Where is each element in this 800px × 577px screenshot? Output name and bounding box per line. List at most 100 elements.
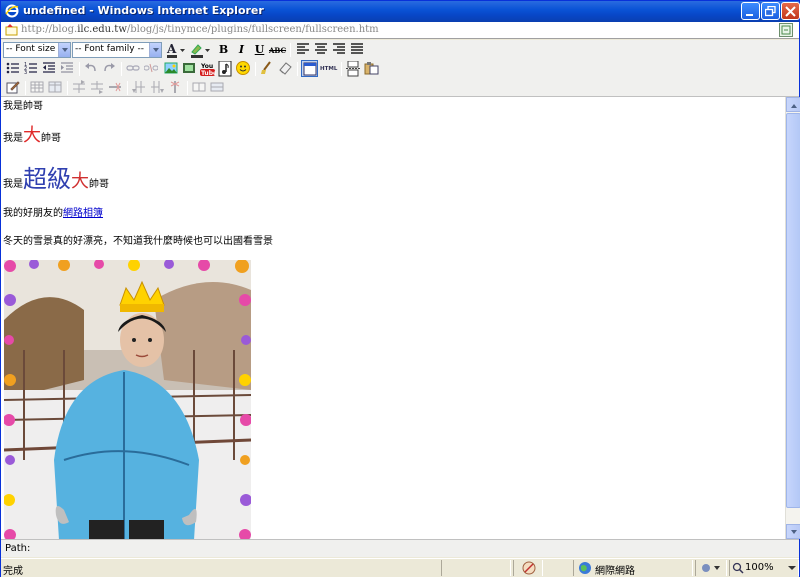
italic-button[interactable]: I [233,43,250,56]
scroll-down-button[interactable] [786,524,800,539]
table-button[interactable] [29,79,46,96]
align-center-icon [315,43,327,54]
unlink-icon [144,63,158,73]
svg-text:HTML: HTML [320,66,338,72]
editor-toolbars: -- Font size -- -- Font family -- A B I … [1,40,799,97]
col-after-icon [151,81,164,93]
zone-label: 網際網路 [595,566,635,577]
page-break-button[interactable] [345,60,362,77]
emoticon-button[interactable] [235,60,252,77]
globe-icon [579,562,591,574]
delete-row-icon [109,82,121,92]
media-button[interactable] [181,60,198,77]
line2-part-b: 大 [23,125,41,146]
line3-part-b: 超級 [23,165,71,193]
path-label: Path: [5,543,31,554]
svg-text:Tube: Tube [201,70,216,77]
indent-button[interactable] [59,60,76,77]
toolbar-separator [290,43,291,57]
scroll-thumb[interactable] [786,113,800,508]
minimize-button[interactable] [741,2,760,20]
outdent-button[interactable] [41,60,58,77]
line-handsome: 我是帥哥 [3,101,43,112]
paste-icon [364,62,379,75]
underline-button[interactable]: U [251,43,268,56]
window-title: undefined - Windows Internet Explorer [23,4,264,17]
line3-part-c: 大 [71,171,89,192]
toolbar-separator [297,62,298,76]
toolbar-separator [79,62,80,76]
protected-mode-panel[interactable] [695,560,727,576]
ie-logo-icon [5,4,19,18]
font-size-select[interactable]: -- Font size -- [3,42,71,58]
line2-part-c: 帥哥 [41,133,61,144]
row-after-button[interactable] [89,79,106,96]
image-icon [164,62,178,74]
editor-content-area[interactable]: 我是帥哥 我是大帥哥 我是超級大帥哥 我的好朋友的網路相簿 冬天的雪景真的好漂亮… [1,97,785,539]
row-before-button[interactable] [71,79,88,96]
align-justify-button[interactable] [349,41,366,58]
font-family-select[interactable]: -- Font family -- [72,42,162,58]
undo-button[interactable] [83,60,100,77]
youtube-button[interactable]: You Tube [199,60,216,77]
url-prefix: http://blog. [21,24,78,35]
delete-col-icon [170,81,180,93]
bullet-list-button[interactable] [5,60,22,77]
chevron-down-icon [149,43,161,57]
align-center-button[interactable] [313,41,330,58]
line3-part-d: 帥哥 [89,179,109,190]
paste-button[interactable] [363,60,380,77]
delete-col-button[interactable] [167,79,184,96]
fullscreen-button[interactable] [301,60,318,77]
youtube-icon: YouTube [200,63,216,77]
redo-button[interactable] [101,60,118,77]
font-color-button[interactable]: A [165,41,187,58]
status-panel [513,560,543,576]
toolbar-separator [187,81,188,95]
chevron-down-icon [58,43,70,57]
merge-cells-button[interactable] [209,79,226,96]
toolbar-separator [127,81,128,95]
unlink-button[interactable] [143,60,160,77]
restore-button[interactable] [761,2,780,20]
url-host: ilc.edu.tw [77,24,127,35]
image-button[interactable] [163,60,180,77]
bold-button[interactable]: B [215,43,232,56]
highlight-color-button[interactable] [189,41,213,58]
table-props-button[interactable] [47,79,64,96]
ie-window: undefined - Windows Internet Explorer ht… [0,0,800,577]
delete-row-button[interactable] [107,79,124,96]
col-before-button[interactable] [131,79,148,96]
numbered-list-button[interactable]: 123 [23,60,40,77]
col-after-button[interactable] [149,79,166,96]
restore-icon [765,6,776,17]
link-button[interactable] [125,60,142,77]
close-icon [785,6,796,17]
cleanup-button[interactable] [259,60,276,77]
outdent-icon [43,62,55,73]
split-cells-icon [192,82,206,92]
svg-text:A: A [166,42,177,56]
status-bar: 完成 網際網路 100% [1,558,799,577]
align-right-button[interactable] [331,41,348,58]
page-status-icon[interactable] [779,23,793,37]
address-bar[interactable]: http://blog.ilc.edu.tw/blog/js/tinymce/p… [1,22,799,39]
row-after-icon [91,81,103,94]
url-path: /blog/js/tinymce/plugins/fullscreen/full… [126,24,379,35]
close-button[interactable] [781,2,800,20]
privacy-icon[interactable] [522,561,536,575]
edit-button[interactable] [5,79,22,96]
emoticon-icon [236,61,250,75]
vertical-scrollbar[interactable] [785,97,800,539]
svg-text:3: 3 [24,70,27,75]
align-left-button[interactable] [295,41,312,58]
strikethrough-button[interactable]: ABC [269,46,286,55]
album-link[interactable]: 網路相簿 [63,208,103,219]
html-source-button[interactable]: HTML [319,60,339,77]
scroll-up-button[interactable] [786,97,800,112]
split-cells-button[interactable] [191,79,208,96]
eraser-button[interactable] [277,60,294,77]
highlight-color-icon [191,44,210,58]
zoom-level[interactable]: 100% [745,562,774,573]
music-button[interactable] [217,60,234,77]
